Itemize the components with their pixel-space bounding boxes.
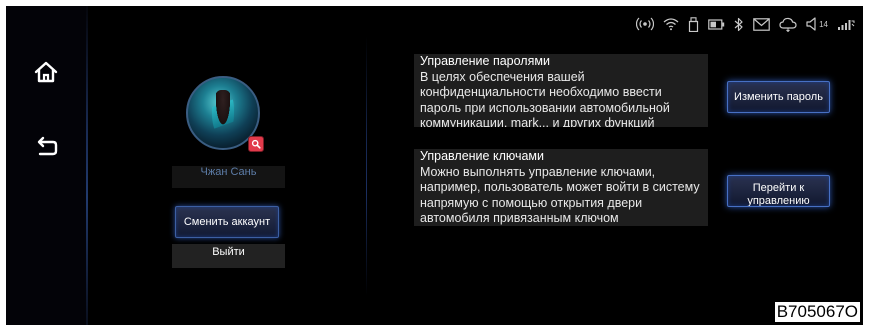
switch-account-button[interactable]: Сменить аккаунт: [175, 206, 279, 238]
bluetooth-icon: [734, 17, 743, 31]
user-name: Чжан Сань: [172, 166, 285, 188]
avatar-figure: [212, 90, 234, 138]
home-button[interactable]: [28, 54, 64, 90]
go-to-key-management-button[interactable]: Перейти к управлению: [727, 175, 830, 207]
left-nav-rail: [6, 6, 86, 325]
key-management-description: Можно выполнять управление ключами, напр…: [420, 164, 700, 226]
back-icon: [37, 136, 58, 156]
password-management-card: Управление паролями В целях обеспечения …: [414, 54, 708, 127]
avatar[interactable]: [186, 76, 264, 152]
cloud-icon: [779, 17, 797, 32]
volume-icon: [806, 17, 816, 31]
usb-icon: [688, 16, 699, 32]
hotspot-icon: [636, 17, 655, 31]
battery-icon: [708, 18, 725, 30]
signal-icon: [838, 20, 855, 30]
logout-button[interactable]: Выйти: [172, 244, 285, 268]
center-divider: [366, 36, 367, 296]
wifi-icon: [663, 18, 679, 31]
password-management-description: В целях обеспечения вашей конфиденциальн…: [420, 69, 670, 128]
key-management-title: Управление ключами: [420, 149, 545, 163]
key-management-card: Управление ключами Можно выполнять управ…: [414, 149, 708, 226]
volume-level: 14: [819, 20, 828, 29]
volume-indicator: 14: [806, 17, 828, 31]
mail-icon: [753, 17, 770, 31]
change-password-button[interactable]: Изменить пароль: [727, 81, 830, 113]
rail-divider: [86, 6, 88, 325]
home-icon: [34, 61, 58, 83]
status-bar: 14: [636, 14, 855, 34]
back-button[interactable]: [28, 128, 64, 164]
edit-badge-icon[interactable]: [248, 136, 264, 152]
screen: 14 Чжан Сань Сменить аккаунт Выйти Управ…: [6, 6, 863, 325]
watermark-code: B705067O: [773, 301, 861, 323]
password-management-title: Управление паролями: [420, 54, 550, 68]
